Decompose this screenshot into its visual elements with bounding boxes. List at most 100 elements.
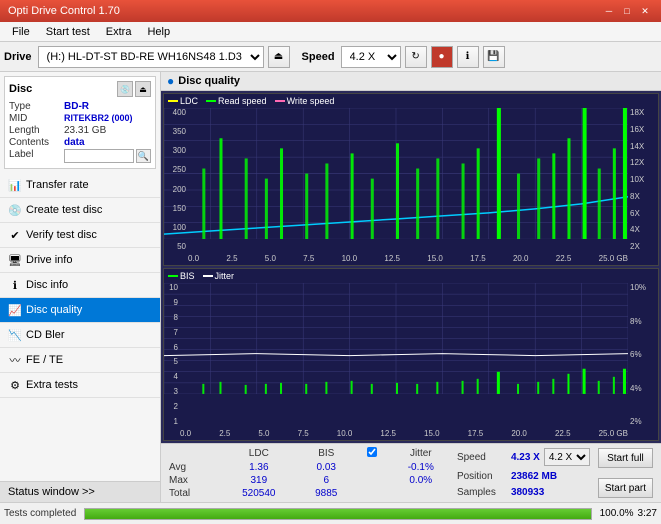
- bis-chart-svg: [164, 283, 628, 394]
- bis-max: 6: [298, 474, 355, 487]
- speed-stat-select[interactable]: 4.2 X: [544, 448, 590, 466]
- menu-extra[interactable]: Extra: [98, 24, 140, 40]
- fe-te-icon: 〰: [8, 353, 22, 367]
- stats-table: LDC BIS Jitter Avg 1.36 0.03: [165, 446, 453, 500]
- ldc-legend-write-label: Write speed: [287, 96, 335, 106]
- ldc-avg: 1.36: [220, 461, 298, 474]
- menu-file[interactable]: File: [4, 24, 38, 40]
- maximize-button[interactable]: □: [619, 4, 635, 18]
- y-label-4x: 4X: [630, 225, 656, 234]
- y-label-50: 50: [166, 242, 186, 251]
- sidebar-item-extra-tests[interactable]: ⚙ Extra tests: [0, 373, 160, 398]
- menu-start-test[interactable]: Start test: [38, 24, 98, 40]
- y-label-8pct: 8%: [630, 317, 656, 326]
- info-button[interactable]: ℹ: [457, 46, 479, 68]
- chart2-y-right: 10% 8% 6% 4% 2%: [628, 283, 658, 426]
- bis-legend-jitter: Jitter: [203, 271, 235, 281]
- start-full-button[interactable]: Start full: [598, 448, 653, 468]
- x-label-22.5: 22.5: [556, 254, 572, 263]
- disc-label-row: Label 🔍: [9, 149, 151, 163]
- drive-select[interactable]: (H:) HL-DT-ST BD-RE WH16NS48 1.D3: [38, 46, 264, 68]
- x-label-25: 25.0 GB: [599, 254, 628, 263]
- start-part-button[interactable]: Start part: [598, 478, 653, 498]
- status-text: Tests completed: [4, 508, 76, 519]
- charts-area: LDC Read speed Write speed: [161, 91, 661, 443]
- nav-label-transfer-rate: Transfer rate: [26, 179, 89, 191]
- sidebar-item-transfer-rate[interactable]: 📊 Transfer rate: [0, 173, 160, 198]
- position-val: 23862 MB: [511, 471, 557, 482]
- stats-max-row: Max 319 6 0.0%: [165, 474, 453, 487]
- title-bar: Opti Drive Control 1.70 ─ □ ✕: [0, 0, 661, 22]
- y-label-100: 100: [166, 223, 186, 232]
- contents-val: data: [64, 137, 85, 148]
- col-header-bis: BIS: [298, 446, 355, 461]
- jitter-max: 0.0%: [389, 474, 453, 487]
- menu-bar: File Start test Extra Help: [0, 22, 661, 42]
- ldc-total: 520540: [220, 487, 298, 500]
- y-label-2pct: 2%: [630, 417, 656, 426]
- minimize-button[interactable]: ─: [601, 4, 617, 18]
- app-title: Opti Drive Control 1.70: [8, 5, 120, 17]
- sidebar-item-drive-info[interactable]: 🖥 Drive info: [0, 248, 160, 273]
- contents-key: Contents: [9, 137, 64, 148]
- x-label-15: 15.0: [427, 254, 443, 263]
- drive-info-icon: 🖥: [8, 253, 22, 267]
- x-label-5: 5.0: [265, 254, 276, 263]
- status-window-label: Status window >>: [8, 486, 95, 498]
- speed-stat-label: Speed: [457, 452, 507, 463]
- max-label: Max: [165, 474, 220, 487]
- eject-button[interactable]: ⏏: [268, 46, 290, 68]
- x-label-17.5: 17.5: [470, 254, 486, 263]
- refresh-button[interactable]: ↻: [405, 46, 427, 68]
- progress-percent: 100.0%: [600, 508, 634, 519]
- nav-label-verify-test-disc: Verify test disc: [26, 229, 97, 241]
- label-key: Label: [9, 149, 64, 163]
- disc-header: Disc 💿 ⏏: [9, 81, 151, 97]
- menu-help[interactable]: Help: [139, 24, 178, 40]
- mid-val: RITEKBR2 (000): [64, 113, 133, 124]
- y-label-200: 200: [166, 185, 186, 194]
- save-button[interactable]: 💾: [483, 46, 505, 68]
- ldc-legend-ldc: LDC: [168, 96, 198, 106]
- label-input[interactable]: [64, 149, 134, 163]
- y-label-300: 300: [166, 146, 186, 155]
- col-header-jitter: Jitter: [389, 446, 453, 461]
- sidebar-item-verify-test-disc[interactable]: ✔ Verify test disc: [0, 223, 160, 248]
- sidebar-item-fe-te[interactable]: 〰 FE / TE: [0, 348, 160, 373]
- bis-total: 9885: [298, 487, 355, 500]
- speed-stat-val: 4.23 X: [511, 452, 540, 463]
- disc-eject-btn[interactable]: ⏏: [135, 81, 151, 97]
- disc-info-icon: ℹ: [8, 278, 22, 292]
- ldc-max: 319: [220, 474, 298, 487]
- chart2-x-axis: 0.0 2.5 5.0 7.5 10.0 12.5 15.0 17.5 20.0…: [180, 426, 628, 440]
- status-window-button[interactable]: Status window >>: [0, 481, 160, 502]
- x-label-0: 0.0: [188, 254, 199, 263]
- col-header-empty: [165, 446, 220, 461]
- jitter-checkbox[interactable]: [367, 447, 377, 457]
- toolbar: Drive (H:) HL-DT-ST BD-RE WH16NS48 1.D3 …: [0, 42, 661, 72]
- sidebar-item-cd-bler[interactable]: 📉 CD Bler: [0, 323, 160, 348]
- label-search-btn[interactable]: 🔍: [136, 149, 151, 163]
- y-label-6pct: 6%: [630, 350, 656, 359]
- sidebar-item-disc-quality[interactable]: 📈 Disc quality: [0, 298, 160, 323]
- disc-mid-row: MID RITEKBR2 (000): [9, 113, 151, 124]
- bis-legend-bis: BIS: [168, 271, 195, 281]
- time-elapsed: 3:27: [638, 508, 657, 519]
- bis-avg: 0.03: [298, 461, 355, 474]
- speed-select[interactable]: 4.2 X: [341, 46, 401, 68]
- col-header-ldc: LDC: [220, 446, 298, 461]
- settings-button[interactable]: ●: [431, 46, 453, 68]
- close-button[interactable]: ✕: [637, 4, 653, 18]
- sidebar-item-create-test-disc[interactable]: 💿 Create test disc: [0, 198, 160, 223]
- jitter-color-dot: [203, 275, 213, 277]
- length-key: Length: [9, 125, 64, 136]
- disc-length-row: Length 23.31 GB: [9, 125, 151, 136]
- y-label-2x: 2X: [630, 242, 656, 251]
- sidebar-item-disc-info[interactable]: ℹ Disc info: [0, 273, 160, 298]
- create-test-disc-icon: 💿: [8, 203, 22, 217]
- status-bar: Tests completed 100.0% 3:27: [0, 502, 661, 524]
- disc-icon-btn[interactable]: 💿: [117, 81, 133, 97]
- position-label: Position: [457, 471, 507, 482]
- y-label-250: 250: [166, 165, 186, 174]
- disc-contents-row: Contents data: [9, 137, 151, 148]
